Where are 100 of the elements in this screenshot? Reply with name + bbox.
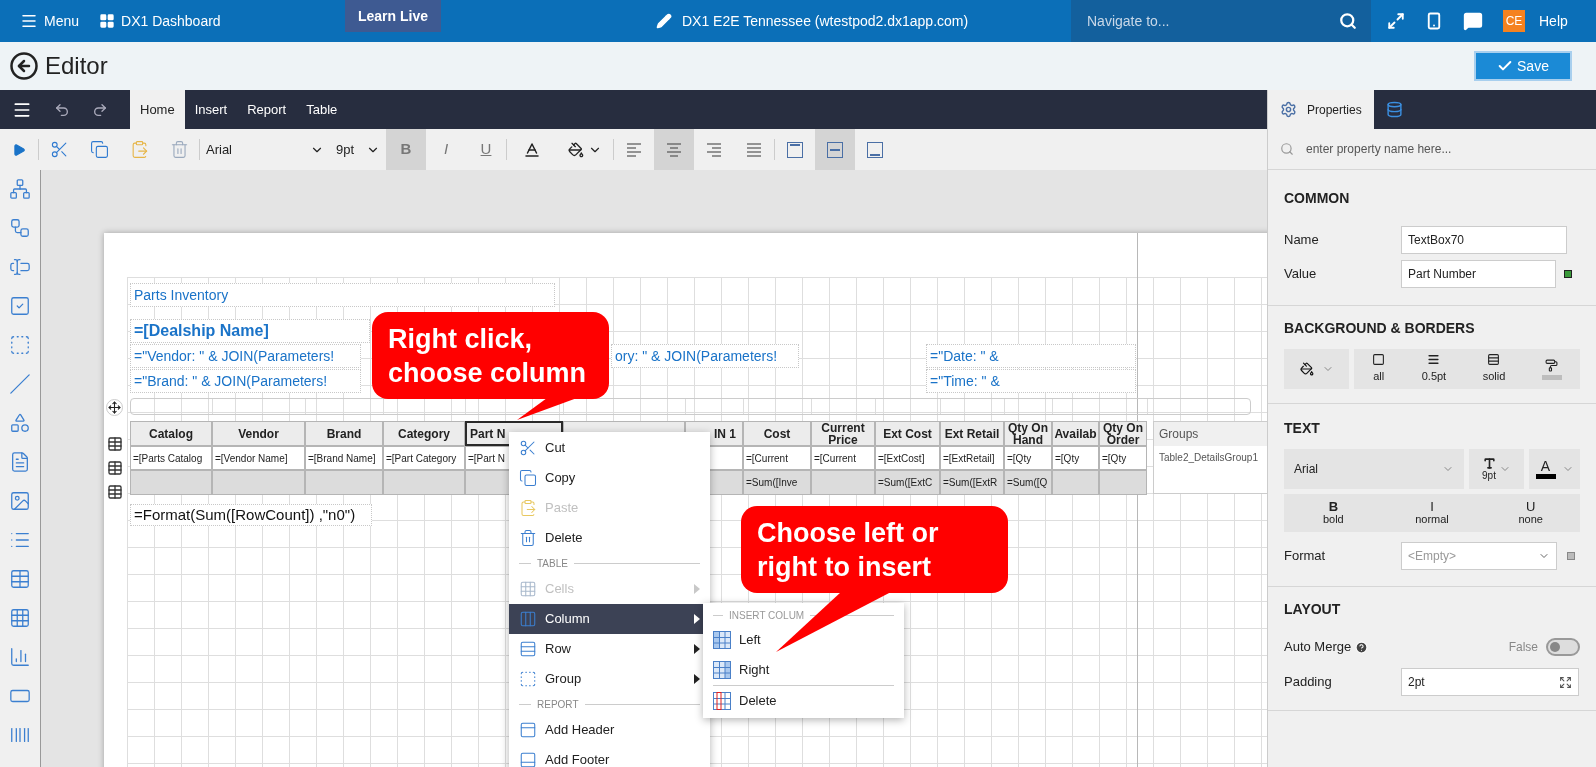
menu-item[interactable]: Right: [703, 655, 904, 685]
font-select[interactable]: Arial: [1284, 449, 1464, 489]
padding-field[interactable]: 2pt: [1401, 668, 1579, 696]
detail-cell[interactable]: =[Qty: [1052, 446, 1099, 470]
row-handle-icon[interactable]: [107, 459, 123, 477]
border-width-button[interactable]: 0.5pt: [1421, 353, 1447, 385]
grid-icon[interactable]: [9, 607, 31, 629]
flow-icon[interactable]: [9, 217, 31, 239]
text-box[interactable]: =Format(Sum([RowCount]) ,"n0"): [130, 504, 372, 526]
table-grid-icon: [713, 661, 731, 679]
text-box[interactable]: Parts Inventory: [130, 283, 555, 307]
detail-cell[interactable]: =[Current: [811, 446, 875, 470]
font-size-select[interactable]: 9pt: [1469, 449, 1524, 489]
detail-cell[interactable]: =[ExtCost]: [875, 446, 940, 470]
detail-cell[interactable]: =[Current: [743, 446, 811, 470]
text-box[interactable]: ory: " & JOIN(Parameters!: [611, 344, 799, 368]
group-item[interactable]: Table2_DetailsGroup1: [1154, 446, 1267, 465]
border-style-button[interactable]: solid: [1482, 353, 1506, 385]
vertical-align-button[interactable]: [815, 129, 855, 170]
menu-item[interactable]: Copy: [509, 463, 710, 493]
header-cell[interactable]: Ext Cost: [875, 421, 940, 446]
line-icon[interactable]: [9, 373, 31, 395]
ribbon-tab[interactable]: Table: [296, 90, 348, 129]
undo-icon[interactable]: [54, 101, 70, 118]
table-grid-icon: [713, 692, 731, 710]
ribbon-tab[interactable]: Home: [130, 90, 185, 129]
format-button[interactable]: U: [466, 129, 506, 170]
border-sides-button[interactable]: all: [1372, 353, 1386, 385]
header-cell[interactable]: Brand: [305, 421, 383, 446]
bar-chart-icon[interactable]: [9, 646, 31, 668]
menu-item[interactable]: Delete: [509, 523, 710, 553]
footer-cell[interactable]: =Sum([ExtC: [875, 470, 940, 495]
navigate-field[interactable]: Navigate to...: [1071, 0, 1371, 42]
image-icon[interactable]: [9, 490, 31, 512]
font-size-select[interactable]: 9pt: [330, 129, 386, 170]
hierarchy-icon[interactable]: [9, 178, 31, 200]
footer-cell[interactable]: =Sum([Inve: [743, 470, 811, 495]
text-style-button[interactable]: U none: [1481, 494, 1580, 532]
detail-cell[interactable]: =[Qty: [1004, 446, 1052, 470]
save-button[interactable]: Save: [1474, 51, 1572, 81]
field-label: Value: [1284, 265, 1318, 284]
border-color-button[interactable]: [1541, 358, 1562, 380]
move-handle-icon[interactable]: [106, 399, 123, 416]
shapes-icon[interactable]: [9, 412, 31, 434]
row-handle-icon[interactable]: [107, 435, 123, 453]
fullscreen-icon[interactable]: [1387, 12, 1405, 30]
text-box[interactable]: ="Time: " &: [926, 369, 1136, 393]
detail-cell[interactable]: =[Part Category: [383, 446, 465, 470]
search-icon[interactable]: [1339, 12, 1357, 30]
text-box[interactable]: =[Dealship Name]: [130, 319, 370, 343]
dashboard-link[interactable]: DX1 Dashboard: [99, 0, 221, 42]
value-field[interactable]: Part Number: [1401, 260, 1556, 288]
back-icon[interactable]: [9, 51, 39, 81]
footer-cell[interactable]: =Sum([ExtR: [940, 470, 1004, 495]
panel-tab[interactable]: Properties: [1268, 90, 1374, 129]
checkbox-icon[interactable]: [9, 295, 31, 317]
menu-item[interactable]: Delete: [703, 686, 904, 716]
detail-cell[interactable]: =[ExtRetail]: [940, 446, 1004, 470]
header-cell[interactable]: Catalog: [130, 421, 212, 446]
document-icon[interactable]: [9, 451, 31, 473]
text-color-select[interactable]: A: [1529, 449, 1580, 489]
menu-item[interactable]: Add Footer: [509, 745, 710, 767]
row-handle-icon[interactable]: [107, 483, 123, 501]
detail-cell[interactable]: =[Vendor Name]: [212, 446, 305, 470]
toggle-switch[interactable]: [1546, 638, 1580, 656]
align-button[interactable]: [654, 129, 694, 170]
help-link[interactable]: Help: [1539, 10, 1568, 32]
header-cell[interactable]: Ext Retail: [940, 421, 1004, 446]
ribbon-tab[interactable]: Insert: [184, 90, 238, 129]
text-box[interactable]: ="Date: " &: [926, 344, 1136, 368]
detail-cell[interactable]: =[Parts Catalog: [130, 446, 212, 470]
header-cell[interactable]: Qty On Order: [1099, 421, 1147, 446]
footer-cell[interactable]: =Sum([Q: [1004, 470, 1052, 495]
redo-icon[interactable]: [92, 101, 108, 118]
header-cell[interactable]: Current Price: [811, 421, 875, 446]
text-style-button[interactable]: B bold: [1284, 494, 1383, 532]
text-box-icon[interactable]: [9, 256, 31, 278]
container-icon[interactable]: [9, 334, 31, 356]
section-title: BACKGROUND & BORDERS: [1284, 319, 1476, 338]
chat-icon[interactable]: [1463, 11, 1483, 31]
header-cell[interactable]: Cost: [743, 421, 811, 446]
header-cell[interactable]: Category: [383, 421, 465, 446]
phone-icon[interactable]: [1425, 12, 1443, 30]
header-cell[interactable]: Vendor: [212, 421, 305, 446]
name-field[interactable]: TextBox70: [1401, 226, 1567, 254]
detail-cell[interactable]: =[Brand Name]: [305, 446, 383, 470]
format-button[interactable]: I: [426, 129, 466, 170]
header-cell[interactable]: Availab: [1052, 421, 1099, 446]
ribbon-tab[interactable]: Report: [237, 90, 297, 129]
text-box[interactable]: ="Vendor: " & JOIN(Parameters!: [130, 344, 361, 368]
text-style-button[interactable]: I normal: [1382, 494, 1482, 532]
learn-live-button[interactable]: Learn Live: [345, 0, 441, 32]
text-box[interactable]: ="Brand: " & JOIN(Parameters!: [130, 369, 361, 393]
fill-button[interactable]: [1284, 349, 1349, 389]
detail-cell[interactable]: =[Qty: [1099, 446, 1147, 470]
header-cell[interactable]: Qty On Hand: [1004, 421, 1052, 446]
menu-item[interactable]: Add Header: [509, 715, 710, 745]
font-select[interactable]: Arial: [200, 129, 330, 170]
table-icon[interactable]: [9, 568, 31, 590]
menu-button[interactable]: Menu: [0, 0, 88, 42]
